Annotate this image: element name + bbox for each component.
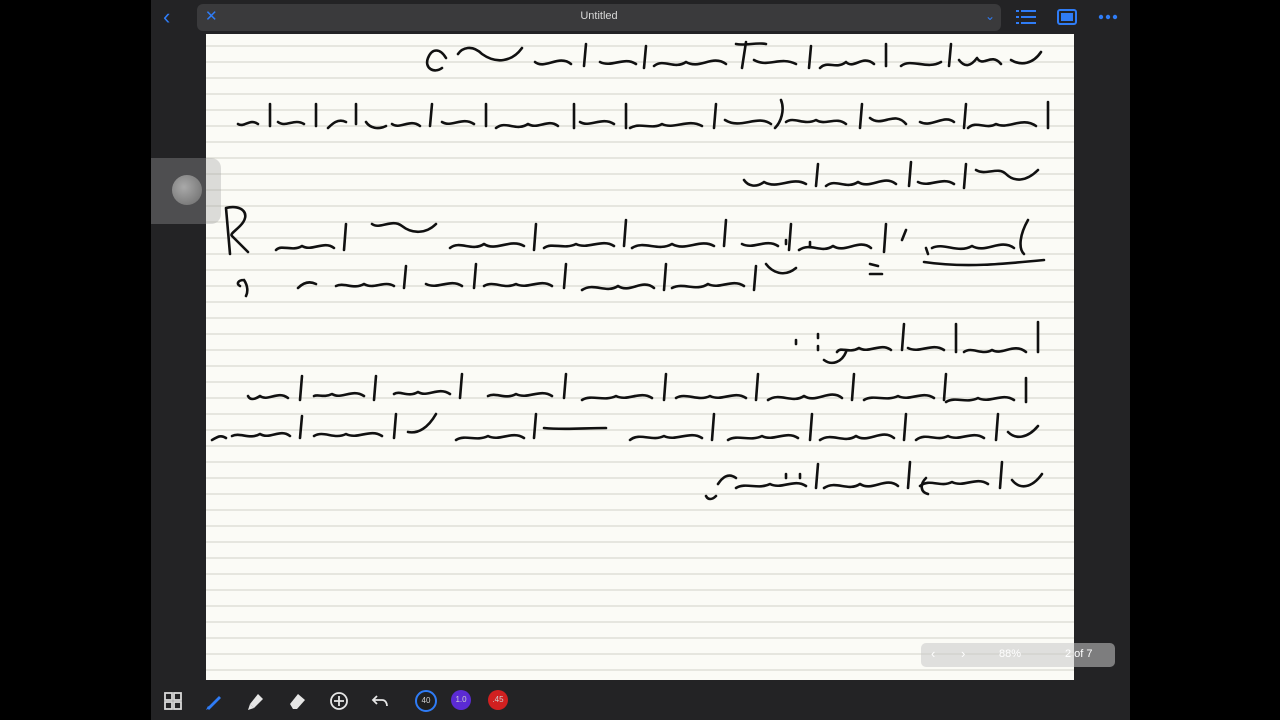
sidebar-drag-handle[interactable]: [151, 158, 221, 224]
note-page[interactable]: [206, 34, 1074, 680]
undo-icon[interactable]: [369, 690, 391, 712]
document-title[interactable]: Untitled: [197, 10, 1001, 22]
zoom-level[interactable]: 88%: [999, 648, 1021, 660]
top-bar: ‹ ✕ Untitled ⌄: [151, 0, 1130, 34]
list-icon[interactable]: [1015, 8, 1037, 26]
page-view-icon[interactable]: [1056, 8, 1078, 26]
grid-icon[interactable]: [162, 690, 184, 712]
add-icon[interactable]: [328, 690, 350, 712]
swatch-red[interactable]: .45: [488, 690, 508, 710]
swatch-black[interactable]: 40: [415, 690, 437, 712]
page-navigator: ‹ › 88% 2 of 7: [921, 643, 1115, 667]
next-page-chevron-icon[interactable]: ›: [961, 646, 965, 661]
prev-page-chevron-icon[interactable]: ‹: [931, 646, 935, 661]
pen-icon[interactable]: [203, 690, 225, 712]
highlighter-icon[interactable]: [244, 690, 266, 712]
eraser-icon[interactable]: [286, 690, 308, 712]
more-icon[interactable]: [1097, 8, 1119, 26]
notes-app-window: ‹ ✕ Untitled ⌄ 40 1.0 .45: [151, 0, 1130, 720]
handwriting-ink: [210, 40, 1050, 501]
page-count[interactable]: 2 of 7: [1065, 648, 1093, 660]
document-title-bar[interactable]: ✕ Untitled ⌄: [197, 4, 1001, 31]
back-chevron-icon[interactable]: ‹: [163, 6, 185, 28]
bottom-toolbar: 40 1.0 .45: [151, 680, 1130, 720]
swatch-purple[interactable]: 1.0: [451, 690, 471, 710]
chevron-down-icon[interactable]: ⌄: [985, 9, 995, 23]
handle-knob-icon[interactable]: [172, 175, 202, 205]
